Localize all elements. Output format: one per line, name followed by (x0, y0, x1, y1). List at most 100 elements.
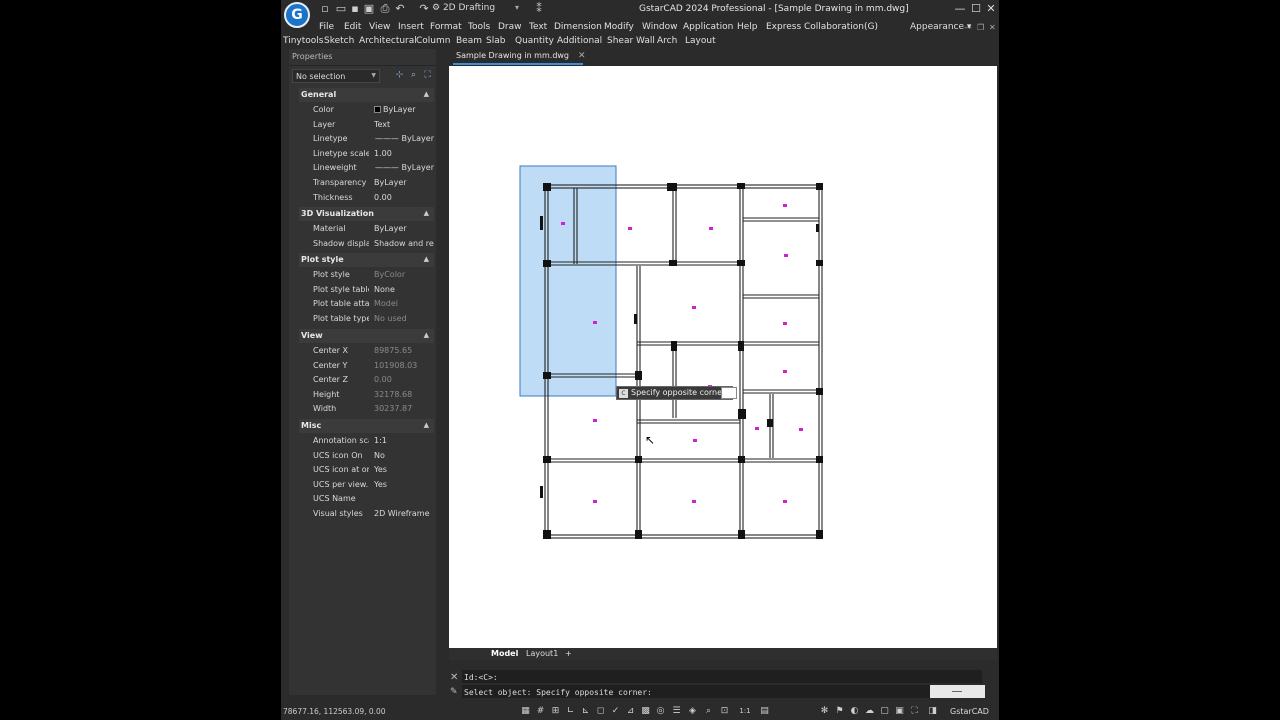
viewport-icon[interactable]: ▤ (759, 706, 770, 716)
toolbar-lock-icon[interactable]: ⚑ (834, 706, 845, 716)
section-view[interactable]: View ▲ (299, 329, 434, 343)
prop-row-color[interactable]: Color ByLayer (299, 103, 434, 118)
prop-row-thickness[interactable]: Thickness 0.00 (299, 191, 434, 206)
prop-row-material[interactable]: Material ByLayer (299, 222, 434, 237)
prop-row-layer[interactable]: Layer Text (299, 118, 434, 133)
menu-view[interactable]: View (369, 22, 390, 32)
menu-draw[interactable]: Draw (498, 22, 522, 32)
section-3d-visualization[interactable]: 3D Visualization ▲ (299, 207, 434, 221)
menu-collaboration[interactable]: Collaboration(G) (804, 22, 878, 32)
menu-additional[interactable]: Additional (557, 36, 602, 46)
menu-help[interactable]: Help (737, 22, 758, 32)
fullscreen-icon[interactable]: ⛶ (909, 706, 920, 716)
prop-row-linetype[interactable]: Linetype ——— ByLayer (299, 132, 434, 147)
menu-slab[interactable]: Slab (486, 36, 505, 46)
menu-column[interactable]: Column (416, 36, 450, 46)
menu-dimension[interactable]: Dimension (554, 22, 602, 32)
menu-file[interactable]: File (319, 22, 334, 32)
command-input[interactable]: Select object: Specify opposite corner: (462, 685, 930, 698)
section-misc[interactable]: Misc ▲ (299, 419, 434, 433)
print-icon[interactable]: ⎙ (379, 3, 391, 15)
isolate-icon[interactable]: ◐ (849, 706, 860, 716)
prop-row-plot-table-attached[interactable]: Plot table atta... Model (299, 297, 434, 312)
prop-row-transparency[interactable]: Transparency ByLayer (299, 176, 434, 191)
section-general[interactable]: General ▲ (299, 88, 434, 102)
new-file-icon[interactable]: ▫ (319, 3, 331, 15)
prop-row-linetype-scale[interactable]: Linetype scale 1.00 (299, 147, 434, 162)
maximize-icon[interactable]: ☐ (968, 1, 984, 17)
prop-row-shadow-display[interactable]: Shadow display Shadow and re... (299, 237, 434, 252)
menu-layout[interactable]: Layout (685, 36, 716, 46)
prop-row-width[interactable]: Width 30237.87 (299, 402, 434, 417)
menu-format[interactable]: Format (430, 22, 462, 32)
tab-model[interactable]: Model (491, 649, 518, 658)
clean-screen-icon[interactable]: ▢ (879, 706, 890, 716)
menu-application[interactable]: Application (683, 22, 733, 32)
prop-row-ucs-per-viewport[interactable]: UCS per view... Yes (299, 478, 434, 493)
prop-row-lineweight[interactable]: Lineweight ——— ByLayer (299, 161, 434, 176)
command-scrollbar[interactable] (930, 685, 985, 698)
grid-icon[interactable]: # (535, 706, 546, 716)
layers-icon[interactable]: ◈ (687, 706, 698, 716)
prop-row-ucs-icon-on[interactable]: UCS icon On No (299, 449, 434, 464)
prop-row-visual-styles[interactable]: Visual styles 2D Wireframe (299, 507, 434, 522)
pen-icon[interactable]: ✎ (450, 687, 458, 697)
polar-icon[interactable]: ⊾ (580, 706, 591, 716)
prop-row-center-x[interactable]: Center X 89875.65 (299, 344, 434, 359)
minimize-icon[interactable]: — (952, 1, 968, 17)
menu-tools[interactable]: Tools (468, 22, 490, 32)
dynamic-ucs-icon[interactable]: ⊿ (625, 706, 636, 716)
osnap-icon[interactable]: ◻ (595, 706, 606, 716)
ortho-icon[interactable]: ∟ (565, 706, 576, 716)
gstarcad-logo-icon[interactable]: G (284, 2, 310, 28)
prop-row-center-y[interactable]: Center Y 101908.03 (299, 359, 434, 374)
add-layout-button[interactable]: + (565, 649, 572, 658)
model-space-icon[interactable]: ▦ (520, 706, 531, 716)
selection-dropdown[interactable]: No selection ▼ (292, 69, 380, 83)
prop-row-plot-style-table[interactable]: Plot style table None (299, 283, 434, 298)
drawing-canvas[interactable]: C Specify opposite corner: ↖ (449, 66, 997, 648)
snap-icon[interactable]: ⊞ (550, 706, 561, 716)
cloud-icon[interactable]: ☁ (864, 706, 875, 716)
menu-edit[interactable]: Edit (344, 22, 361, 32)
tab-layout1[interactable]: Layout1 (526, 649, 558, 658)
lineweight-icon[interactable]: ▩ (640, 706, 651, 716)
zoom-icon[interactable]: ⌕ (703, 706, 714, 716)
menu-arch[interactable]: Arch (657, 36, 677, 46)
open-file-icon[interactable]: ▭ (335, 3, 347, 15)
menu-sketch[interactable]: Sketch (324, 36, 354, 46)
menu-insert[interactable]: Insert (398, 22, 424, 32)
hardware-acceleration-icon[interactable]: ▣ (894, 706, 905, 716)
undo-icon[interactable]: ↶ (394, 3, 406, 15)
close-icon[interactable]: ✕ (450, 672, 458, 683)
menu-modify[interactable]: Modify (604, 22, 634, 32)
close-tab-icon[interactable]: ✕ (578, 51, 586, 61)
selection-cycling-icon[interactable]: ◎ (655, 706, 666, 716)
redo-icon[interactable]: ↷ (418, 3, 430, 15)
workspace-selector[interactable]: ⚙ 2D Drafting (432, 3, 495, 13)
toggle-pickadd-icon[interactable]: ⊹ (393, 69, 406, 82)
menu-beam[interactable]: Beam (456, 36, 482, 46)
doc-minimize-icon[interactable]: — (964, 23, 972, 32)
annotation-scale[interactable]: 1:1 (735, 706, 755, 716)
close-icon[interactable]: ✕ (983, 1, 999, 17)
save-icon[interactable]: ▪ (349, 3, 361, 15)
prop-row-plot-table-type[interactable]: Plot table type No used (299, 312, 434, 327)
prop-row-annotation-scale[interactable]: Annotation scale 1:1 (299, 434, 434, 449)
section-plot-style[interactable]: Plot style ▲ (299, 253, 434, 267)
menu-quantity[interactable]: Quantity (515, 36, 554, 46)
prop-row-center-z[interactable]: Center Z 0.00 (299, 373, 434, 388)
quick-select-icon[interactable]: ⛶ (421, 69, 434, 82)
menu-express[interactable]: Express (766, 22, 801, 32)
dynamic-input-field[interactable] (721, 387, 737, 399)
visual-style-icon[interactable]: ⊡ (719, 706, 730, 716)
menu-shear-wall[interactable]: Shear Wall (607, 36, 655, 46)
doc-close-icon[interactable]: ✕ (989, 23, 996, 32)
otrack-icon[interactable]: ✓ (610, 706, 621, 716)
prop-row-ucs-icon-at-origin[interactable]: UCS icon at or... Yes (299, 463, 434, 478)
menu-tinytools[interactable]: Tinytools (283, 36, 323, 46)
prop-row-ucs-name[interactable]: UCS Name (299, 492, 434, 507)
select-objects-icon[interactable]: ⌕ (407, 69, 420, 82)
customize-qat-icon[interactable]: ⁑ (533, 3, 545, 15)
chevron-down-icon[interactable]: ▾ (515, 3, 519, 12)
